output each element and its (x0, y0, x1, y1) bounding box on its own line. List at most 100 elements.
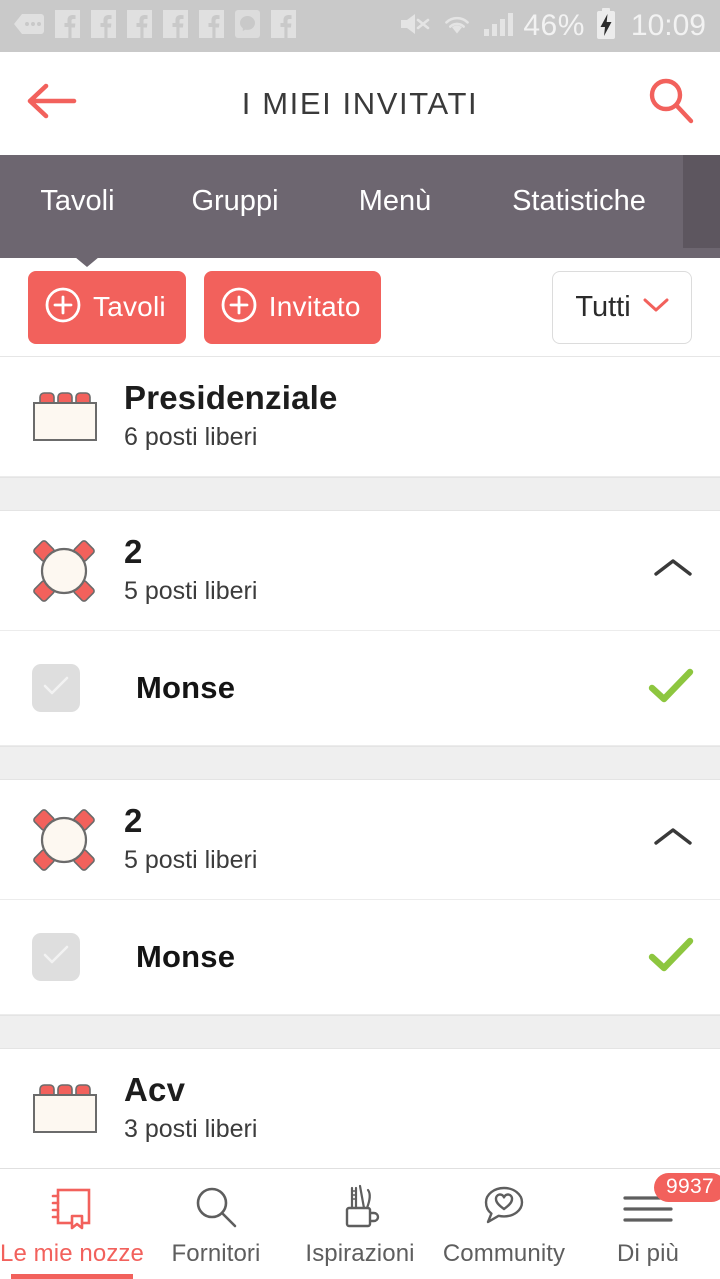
group-separator (0, 746, 720, 780)
table-row[interactable]: Acv 3 posti liberi (0, 1049, 720, 1168)
active-nav-underline (11, 1274, 133, 1279)
facebook-icon (127, 9, 152, 43)
table-seats: 3 posti liberi (124, 1114, 258, 1143)
nav-label: Di più (617, 1240, 679, 1267)
guest-name: Monse (136, 939, 236, 974)
facebook-icon (271, 9, 296, 43)
facebook-icon (55, 9, 80, 43)
table-name: Presidenziale (124, 378, 338, 416)
back-arrow-icon (24, 80, 78, 127)
status-bar-notification-icons (14, 9, 296, 43)
page-title: I MIEI INVITATI (241, 85, 479, 121)
table-info: Presidenziale 6 posti liberi (124, 379, 338, 455)
add-table-label: Tavoli (93, 291, 166, 322)
mute-icon (397, 9, 431, 44)
collapse-toggle[interactable] (652, 824, 694, 855)
guest-name: Monse (136, 670, 236, 705)
round-table-icon (26, 535, 102, 607)
table-name: 2 (124, 801, 143, 839)
nav-item-community[interactable]: Community (432, 1169, 576, 1279)
tab-label: Tavoli (40, 185, 115, 217)
battery-charging-icon (595, 7, 617, 45)
notification-badge: 9937 (654, 1173, 720, 1203)
table-seats: 5 posti liberi (124, 845, 258, 874)
back-button[interactable] (24, 80, 78, 127)
guest-checkbox[interactable] (32, 933, 80, 981)
facebook-icon (91, 9, 116, 43)
app-header: I MIEI INVITATI (0, 52, 720, 155)
messenger-icon (235, 9, 260, 43)
nav-label: Le mie nozze (0, 1240, 144, 1267)
nav-item-le-mie-nozze[interactable]: Le mie nozze (0, 1169, 144, 1279)
facebook-icon (199, 9, 224, 43)
guest-checkbox[interactable] (32, 664, 80, 712)
rectangular-table-icon (26, 388, 102, 446)
checkbox-icon (41, 943, 71, 972)
group-separator (0, 477, 720, 511)
add-table-button[interactable]: Tavoli (28, 270, 186, 344)
facebook-icon (163, 9, 188, 43)
tab-scroll-container[interactable]: Tavoli Gruppi Menù Statistiche (0, 155, 683, 248)
chevron-up-icon (652, 555, 694, 586)
nav-label: Fornitori (171, 1240, 261, 1267)
guest-status-badge[interactable] (648, 667, 694, 710)
table-row[interactable]: Presidenziale 6 posti liberi (0, 357, 720, 477)
table-row[interactable]: 2 5 posti liberi (0, 511, 720, 631)
bottom-navigation: Le mie nozze Fornitori Ispirazioni Commu… (0, 1168, 720, 1279)
filter-value-label: Tutti (575, 290, 631, 323)
table-name: 2 (124, 532, 143, 570)
nav-label: Ispirazioni (305, 1240, 415, 1267)
nav-item-di-piu[interactable]: 9937 Di più (576, 1169, 720, 1279)
search-icon (646, 76, 696, 131)
nav-label: Community (442, 1240, 566, 1267)
tab-label: Menù (358, 185, 432, 217)
app-screen: 46% 10:09 I MIEI INVITATI Tavoli Gruppi … (0, 0, 720, 1279)
status-bar: 46% 10:09 (0, 0, 720, 52)
rectangular-table-icon (26, 1080, 102, 1138)
signal-bars-icon (483, 9, 514, 44)
tab-label: Statistiche (512, 185, 646, 217)
nav-item-fornitori[interactable]: Fornitori (144, 1169, 288, 1279)
chevron-up-icon (652, 824, 694, 855)
add-guest-label: Invitato (268, 291, 361, 322)
add-guest-button[interactable]: Invitato (203, 270, 381, 344)
plus-circle-icon (220, 286, 258, 329)
status-bar-system-icons: 46% 10:09 (397, 7, 706, 45)
table-row[interactable]: 2 5 posti liberi (0, 780, 720, 900)
speech-heart-icon (478, 1182, 530, 1234)
guest-status-badge[interactable] (648, 936, 694, 979)
wifi-icon (441, 9, 473, 44)
table-info: Acv 3 posti liberi (124, 1071, 257, 1147)
tab-gruppi[interactable]: Gruppi (155, 155, 315, 248)
table-name: Acv (124, 1070, 186, 1108)
battery-percent-label: 46% (523, 9, 585, 42)
collapse-toggle[interactable] (652, 555, 694, 586)
table-info: 2 5 posti liberi (124, 802, 257, 878)
green-check-icon (648, 667, 694, 710)
table-info: 2 5 posti liberi (124, 533, 257, 609)
guest-row[interactable]: Monse (0, 900, 720, 1015)
message-dots-icon (14, 11, 44, 42)
notebook-icon (46, 1182, 98, 1234)
search-icon (190, 1182, 242, 1234)
table-seats: 5 posti liberi (124, 576, 258, 605)
filter-dropdown[interactable]: Tutti (552, 270, 692, 344)
guest-row[interactable]: Monse (0, 631, 720, 746)
search-button[interactable] (646, 76, 696, 131)
pencil-cup-icon (334, 1182, 386, 1234)
action-toolbar: Tavoli Invitato Tutti (0, 258, 720, 357)
plus-circle-icon (44, 286, 82, 329)
nav-item-ispirazioni[interactable]: Ispirazioni (288, 1169, 432, 1279)
checkbox-icon (41, 674, 71, 703)
tables-list[interactable]: Presidenziale 6 posti liberi 2 5 posti l… (0, 357, 720, 1168)
tab-overflow-peek[interactable] (683, 155, 720, 248)
tab-tavoli[interactable]: Tavoli (0, 155, 155, 248)
tab-menu[interactable]: Menù (315, 155, 475, 248)
round-table-icon (26, 804, 102, 876)
group-separator (0, 1015, 720, 1049)
tab-statistiche[interactable]: Statistiche (475, 155, 683, 248)
section-tab-bar: Tavoli Gruppi Menù Statistiche (0, 155, 720, 267)
clock-label: 10:09 (630, 9, 706, 42)
tab-label: Gruppi (191, 185, 279, 217)
green-check-icon (648, 936, 694, 979)
